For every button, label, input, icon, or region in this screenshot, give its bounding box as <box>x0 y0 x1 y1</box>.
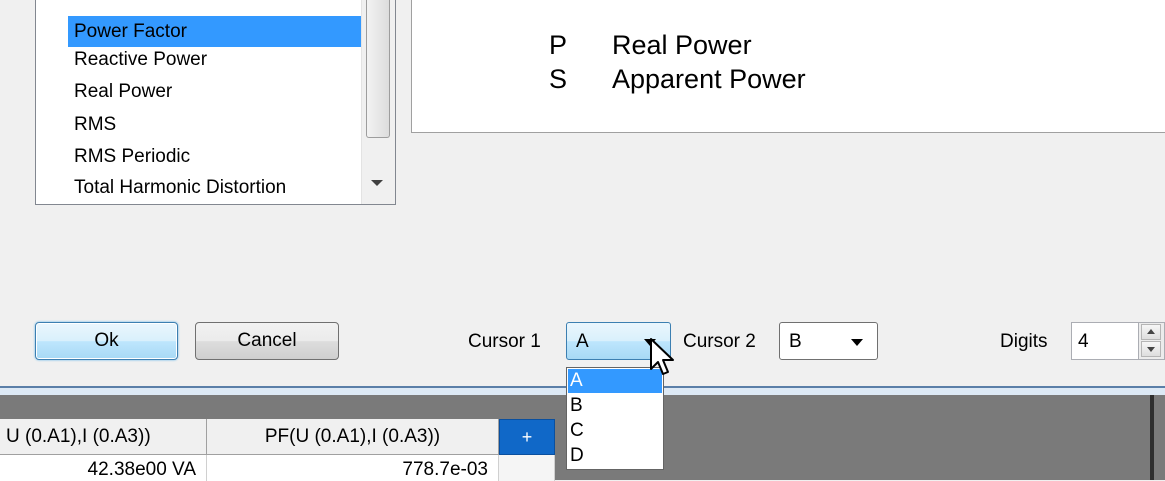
cancel-button[interactable]: Cancel <box>195 322 339 360</box>
cursor2-value: B <box>789 331 802 352</box>
ok-button[interactable]: Ok <box>35 322 178 360</box>
table-edge <box>1150 395 1154 480</box>
legend-name-apparent-power: Apparent Power <box>612 64 806 94</box>
arrow-up-icon <box>1147 329 1155 334</box>
mouse-pointer-icon <box>650 338 674 375</box>
list-item-reactive-power[interactable]: Reactive Power <box>68 44 392 75</box>
spin-down-button[interactable] <box>1141 341 1161 357</box>
digits-input[interactable]: 4 <box>1071 322 1139 360</box>
dropdown-option-b[interactable]: B <box>568 394 662 418</box>
digits-spinner[interactable] <box>1139 322 1165 360</box>
cursor2-label: Cursor 2 <box>683 331 756 352</box>
table-cell[interactable]: 778.7e-03 <box>207 455 499 481</box>
scroll-down-arrow-icon[interactable] <box>371 180 383 186</box>
chevron-down-icon <box>851 339 863 346</box>
add-column-button[interactable]: + <box>499 419 555 455</box>
measurement-listbox[interactable]: Power Factor Reactive Power Real Power R… <box>35 0 396 205</box>
dropdown-option-d[interactable]: D <box>568 444 662 468</box>
list-item-total-harmonic-distortion[interactable]: Total Harmonic Distortion <box>68 172 392 203</box>
dialog: Power Factor Reactive Power Real Power R… <box>0 0 1165 386</box>
legend-name-real-power: Real Power <box>612 30 752 60</box>
list-item-power-factor[interactable]: Power Factor <box>68 16 392 47</box>
table-cell[interactable]: 42.38e00 VA <box>0 455 207 481</box>
listbox-scrollbar[interactable] <box>361 0 395 204</box>
table-header-apparent-power[interactable]: U (0.A1),I (0.A3)) <box>0 419 207 455</box>
cursor2-dropdown[interactable]: B <box>779 322 878 360</box>
dropdown-option-a[interactable]: A <box>568 369 662 393</box>
list-item-rms-periodic[interactable]: RMS Periodic <box>68 141 392 172</box>
legend-symbol-p: P <box>549 30 568 60</box>
arrow-down-icon <box>1147 347 1155 352</box>
cursor1-value: A <box>576 331 589 352</box>
scrollbar-thumb[interactable] <box>366 0 390 138</box>
list-item-rms[interactable]: RMS <box>68 109 392 140</box>
dropdown-option-c[interactable]: C <box>568 419 662 443</box>
legend-symbol-s: S <box>549 64 568 94</box>
spin-up-button[interactable] <box>1141 324 1161 340</box>
cursor1-dropdown-list[interactable]: A B C D <box>566 367 664 470</box>
table-cell[interactable] <box>499 455 555 481</box>
table-header-power-factor[interactable]: PF(U (0.A1),I (0.A3)) <box>207 419 499 455</box>
cursor1-label: Cursor 1 <box>468 331 541 352</box>
list-item-real-power[interactable]: Real Power <box>68 76 392 107</box>
legend-panel: P Real Power S Apparent Power <box>411 0 1165 133</box>
digits-label: Digits <box>1000 331 1048 352</box>
